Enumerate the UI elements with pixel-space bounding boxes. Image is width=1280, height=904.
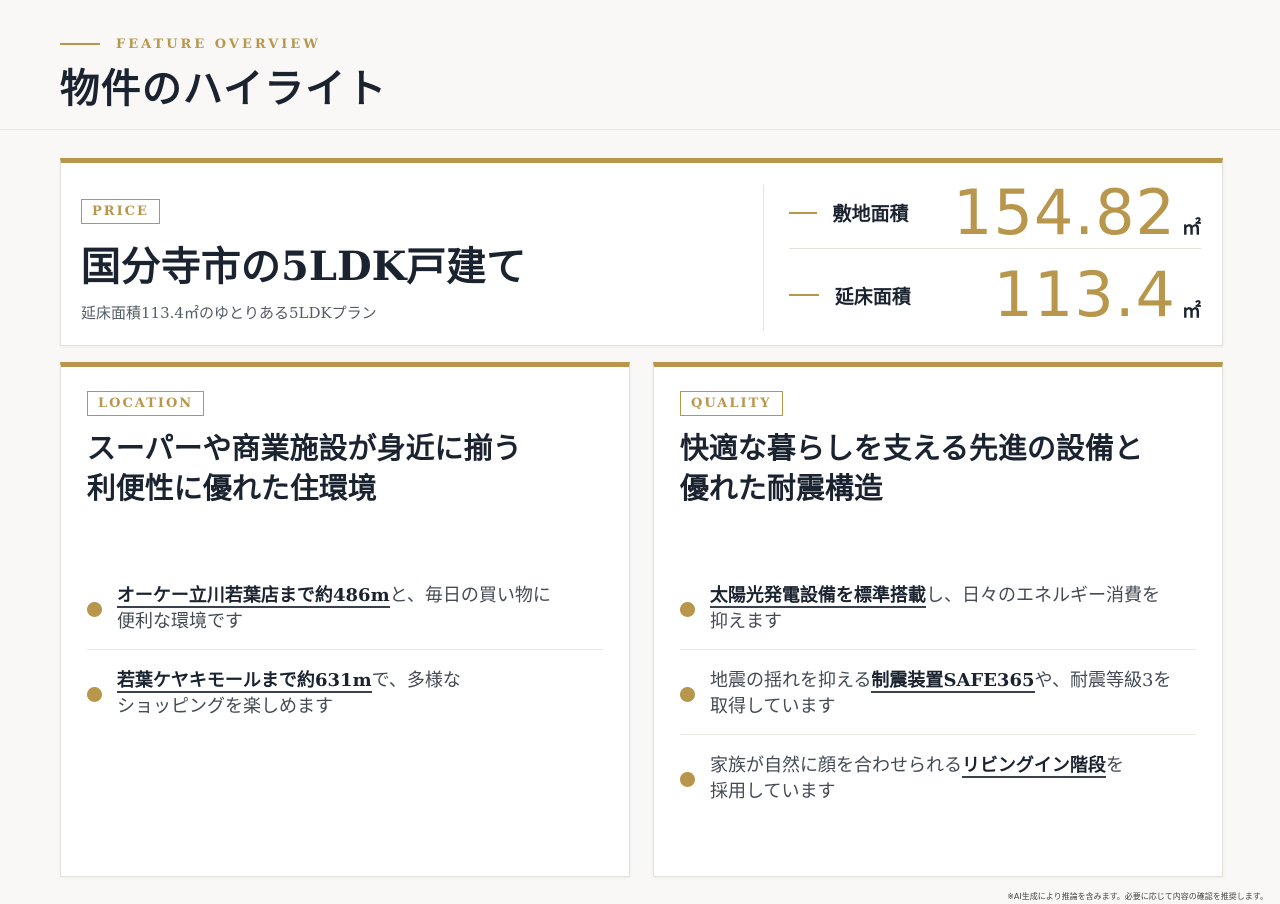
location-heading: スーパーや商業施設が身近に揃う 利便性に優れた住環境 (87, 428, 607, 508)
item-line2: 便利な環境です (117, 611, 243, 632)
spec-dash (789, 294, 819, 296)
price-tag: PRICE (81, 199, 160, 224)
eyebrow-text: FEATURE OVERVIEW (116, 36, 321, 52)
item-line2: 抑えます (710, 611, 782, 632)
item-line2: 取得しています (710, 696, 836, 717)
page-title: 物件のハイライト (60, 65, 388, 112)
list-item: オーケー立川若葉店まで約486mと、毎日の買い物に 便利な環境です (87, 577, 603, 650)
item-post: を (1106, 755, 1124, 776)
price-subtitle: 延床面積113.4㎡のゆとりある5LDKプラン (81, 304, 377, 322)
spec-value: 113.4 (993, 258, 1176, 331)
location-heading-line2: 利便性に優れた住環境 (87, 471, 378, 505)
bullet-dot (680, 686, 695, 702)
list-item: 地震の揺れを抑える制震装置SAFE365や、耐震等級3を 取得しています (680, 662, 1196, 735)
location-card: LOCATION スーパーや商業施設が身近に揃う 利便性に優れた住環境 オーケー… (60, 362, 630, 877)
location-heading-line1: スーパーや商業施設が身近に揃う (87, 431, 522, 465)
list-item-text: 地震の揺れを抑える制震装置SAFE365や、耐震等級3を 取得しています (710, 668, 1171, 720)
spec-dash (789, 211, 817, 214)
spec-value: 154.82 (953, 175, 1176, 249)
quality-heading-line2: 優れた耐震構造 (680, 471, 884, 505)
item-post: で、多様な (371, 670, 461, 691)
item-post: と、毎日の買い物に (389, 585, 551, 606)
quality-tag: QUALITY (680, 391, 783, 416)
list-item: 太陽光発電設備を標準搭載し、日々のエネルギー消費を 抑えます (680, 577, 1196, 650)
bullet-dot (680, 771, 695, 787)
location-list: オーケー立川若葉店まで約486mと、毎日の買い物に 便利な環境です 若葉ケヤキモ… (87, 577, 603, 746)
spec-row-floor-area: 延床面積 113.4 ㎡ (789, 259, 1201, 331)
item-highlight: 制震装置SAFE365 (871, 670, 1035, 693)
list-item-text: 家族が自然に顔を合わせられるリビングイン階段を 採用しています (710, 753, 1124, 805)
spec-unit: ㎡ (1181, 300, 1201, 322)
eyebrow: FEATURE OVERVIEW (60, 36, 321, 52)
quality-heading-line1: 快適な暮らしを支える先進の設備と (680, 431, 1144, 465)
list-item-text: オーケー立川若葉店まで約486mと、毎日の買い物に 便利な環境です (117, 583, 551, 635)
item-highlight: オーケー立川若葉店まで約486m (117, 585, 390, 608)
spec-row-site-area: 敷地面積 154.82 ㎡ (789, 177, 1201, 249)
item-highlight: リビングイン階段 (962, 755, 1106, 778)
quality-list: 太陽光発電設備を標準搭載し、日々のエネルギー消費を 抑えます 地震の揺れを抑える… (680, 577, 1196, 831)
price-divider (763, 185, 764, 331)
quality-header: QUALITY 快適な暮らしを支える先進の設備と 優れた耐震構造 (680, 391, 1200, 508)
footnote: ※AI生成により推論を含みます。必要に応じて内容の確認を推奨します。 (1007, 892, 1268, 901)
location-tag: LOCATION (87, 391, 205, 416)
bullet-dot (87, 601, 102, 617)
list-item-text: 若葉ケヤキモールまで約631mで、多様な ショッピングを楽しめます (117, 668, 461, 720)
item-line2: 採用しています (710, 781, 836, 802)
list-item-text: 太陽光発電設備を標準搭載し、日々のエネルギー消費を 抑えます (710, 583, 1160, 635)
location-header: LOCATION スーパーや商業施設が身近に揃う 利便性に優れた住環境 (87, 391, 607, 508)
bullet-dot (87, 686, 102, 702)
page-header: FEATURE OVERVIEW 物件のハイライト (0, 0, 1280, 130)
price-title: 国分寺市の5LDK戸建て (81, 243, 527, 290)
item-line2: ショッピングを楽しめます (117, 696, 333, 717)
spec-label: 敷地面積 (832, 203, 909, 225)
price-card: PRICE 国分寺市の5LDK戸建て 延床面積113.4㎡のゆとりある5LDKプ… (60, 158, 1223, 346)
item-post: し、日々のエネルギー消費を (926, 585, 1160, 606)
item-highlight: 若葉ケヤキモールまで約631m (117, 670, 372, 693)
bullet-dot (680, 601, 695, 617)
item-post: や、耐震等級3を (1034, 670, 1172, 691)
spec-unit: ㎡ (1181, 217, 1201, 239)
item-pre: 家族が自然に顔を合わせられる (710, 755, 962, 776)
list-item: 家族が自然に顔を合わせられるリビングイン階段を 採用しています (680, 747, 1196, 819)
item-highlight: 太陽光発電設備を標準搭載 (710, 585, 926, 608)
spec-label: 延床面積 (835, 285, 912, 308)
quality-card: QUALITY 快適な暮らしを支える先進の設備と 優れた耐震構造 太陽光発電設備… (653, 362, 1223, 877)
price-summary: PRICE 国分寺市の5LDK戸建て 延床面積113.4㎡のゆとりある5LDKプ… (81, 199, 741, 323)
eyebrow-line (60, 43, 100, 45)
list-item: 若葉ケヤキモールまで約631mで、多様な ショッピングを楽しめます (87, 662, 603, 734)
item-pre: 地震の揺れを抑える (710, 670, 872, 691)
quality-heading: 快適な暮らしを支える先進の設備と 優れた耐震構造 (680, 428, 1200, 508)
